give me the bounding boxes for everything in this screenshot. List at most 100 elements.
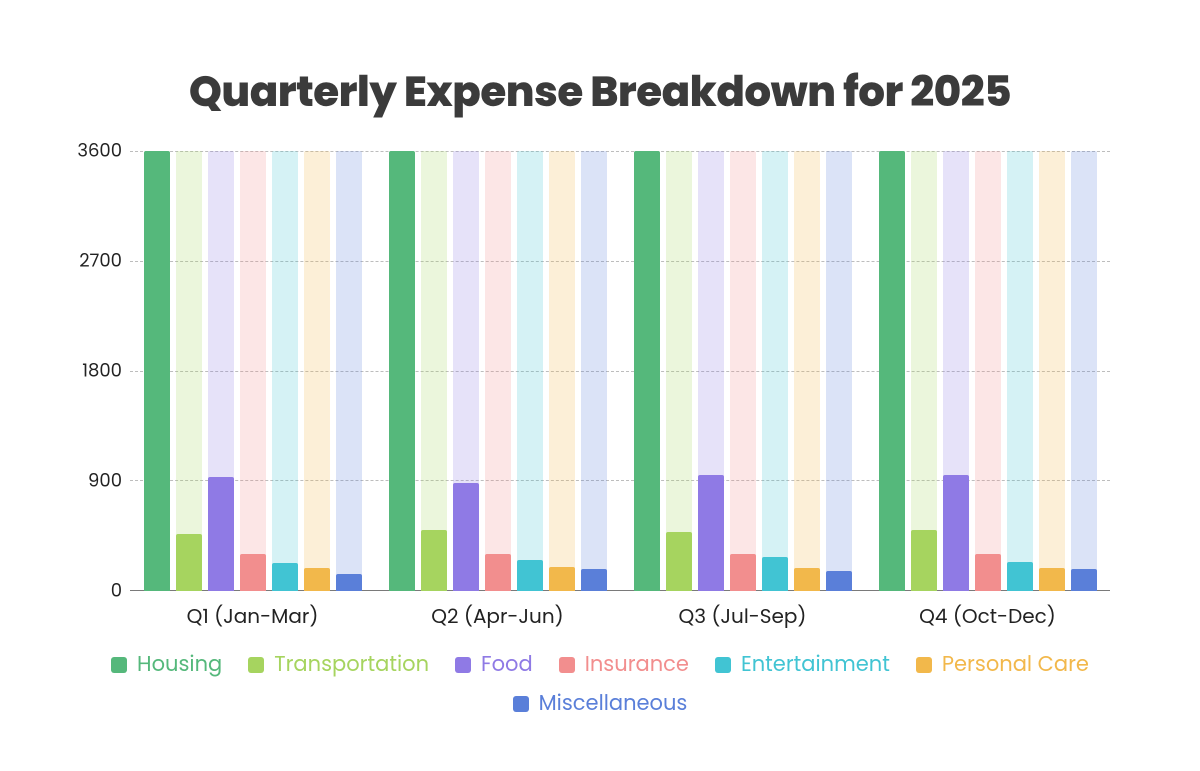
bar bbox=[176, 534, 202, 591]
bar-slot bbox=[1007, 151, 1033, 591]
legend-swatch bbox=[111, 657, 127, 673]
bar-background bbox=[730, 151, 756, 591]
bar-slot bbox=[794, 151, 820, 591]
bar bbox=[272, 563, 298, 591]
bar-background bbox=[549, 151, 575, 591]
bar-background bbox=[826, 151, 852, 591]
bar-slot bbox=[144, 151, 170, 591]
y-tick: 0 bbox=[111, 578, 122, 605]
chart-container: Quarterly Expense Breakdown for 2025 090… bbox=[0, 0, 1200, 771]
legend-item: Food bbox=[455, 649, 533, 680]
bar-background bbox=[975, 151, 1001, 591]
bar-slot bbox=[826, 151, 852, 591]
legend-swatch bbox=[248, 657, 264, 673]
bar-slot bbox=[485, 151, 511, 591]
legend-swatch bbox=[455, 657, 471, 673]
bar bbox=[581, 569, 607, 591]
bar bbox=[911, 530, 937, 591]
chart-title: Quarterly Expense Breakdown for 2025 bbox=[189, 60, 1011, 123]
bar-background bbox=[517, 151, 543, 591]
bar-background bbox=[336, 151, 362, 591]
bar-background bbox=[485, 151, 511, 591]
bar-slot bbox=[453, 151, 479, 591]
bar-background bbox=[911, 151, 937, 591]
bar bbox=[208, 477, 234, 591]
bar-slot bbox=[730, 151, 756, 591]
bar-groups bbox=[130, 151, 1110, 591]
x-tick-label: Q1 (Jan-Mar) bbox=[130, 601, 375, 631]
bar-slot bbox=[304, 151, 330, 591]
bar bbox=[762, 557, 788, 591]
bar-background bbox=[421, 151, 447, 591]
bar bbox=[1039, 568, 1065, 591]
bar-background bbox=[581, 151, 607, 591]
bar-group bbox=[375, 151, 620, 591]
bar bbox=[730, 554, 756, 591]
y-tick: 900 bbox=[88, 468, 122, 495]
legend-label: Food bbox=[481, 649, 533, 680]
x-tick-label: Q2 (Apr-Jun) bbox=[375, 601, 620, 631]
bar-slot bbox=[581, 151, 607, 591]
legend-label: Housing bbox=[137, 649, 222, 680]
bar-slot bbox=[208, 151, 234, 591]
bar-slot bbox=[517, 151, 543, 591]
x-tick-label: Q4 (Oct-Dec) bbox=[865, 601, 1110, 631]
legend-swatch bbox=[916, 657, 932, 673]
bar bbox=[1007, 562, 1033, 591]
bar bbox=[304, 568, 330, 591]
bar bbox=[794, 568, 820, 591]
bar-slot bbox=[272, 151, 298, 591]
x-axis-labels: Q1 (Jan-Mar)Q2 (Apr-Jun)Q3 (Jul-Sep)Q4 (… bbox=[130, 601, 1110, 631]
legend: Housing Transportation Food Insurance Entert… bbox=[110, 649, 1090, 719]
bar bbox=[549, 567, 575, 591]
legend-item: Insurance bbox=[559, 649, 689, 680]
y-tick: 2700 bbox=[79, 248, 122, 275]
bar bbox=[240, 554, 266, 591]
bar-slot bbox=[1039, 151, 1065, 591]
bar-group bbox=[620, 151, 865, 591]
bar bbox=[943, 475, 969, 591]
bar-slot bbox=[943, 151, 969, 591]
bar bbox=[879, 151, 905, 591]
bar-background bbox=[304, 151, 330, 591]
bar-group bbox=[130, 151, 375, 591]
bar-background bbox=[272, 151, 298, 591]
bar bbox=[421, 530, 447, 591]
bar-background bbox=[240, 151, 266, 591]
bar bbox=[666, 532, 692, 591]
legend-item: Transportation bbox=[248, 649, 429, 680]
legend-label: Insurance bbox=[585, 649, 689, 680]
bar bbox=[389, 151, 415, 591]
bar bbox=[453, 483, 479, 591]
bar-background bbox=[762, 151, 788, 591]
bar bbox=[517, 560, 543, 591]
bar-slot bbox=[975, 151, 1001, 591]
legend-item: Housing bbox=[111, 649, 222, 680]
legend-item: Entertainment bbox=[715, 649, 890, 680]
bar-slot bbox=[698, 151, 724, 591]
bar-background bbox=[1007, 151, 1033, 591]
bar-slot bbox=[549, 151, 575, 591]
bar-slot bbox=[336, 151, 362, 591]
bar-slot bbox=[911, 151, 937, 591]
plot-area: 0900180027003600 bbox=[130, 151, 1110, 591]
legend-label: Miscellaneous bbox=[539, 688, 688, 719]
bar bbox=[485, 554, 511, 591]
bar-background bbox=[666, 151, 692, 591]
bar-group bbox=[865, 151, 1110, 591]
y-tick: 1800 bbox=[82, 358, 122, 385]
bar-slot bbox=[762, 151, 788, 591]
legend-swatch bbox=[715, 657, 731, 673]
legend-label: Personal Care bbox=[942, 649, 1089, 680]
bar bbox=[975, 554, 1001, 591]
bar-slot bbox=[879, 151, 905, 591]
bar bbox=[144, 151, 170, 591]
bar-slot bbox=[1071, 151, 1097, 591]
bar-background bbox=[794, 151, 820, 591]
bar-background bbox=[176, 151, 202, 591]
legend-swatch bbox=[513, 696, 529, 712]
legend-item: Miscellaneous bbox=[513, 688, 688, 719]
legend-label: Transportation bbox=[274, 649, 429, 680]
x-tick-label: Q3 (Jul-Sep) bbox=[620, 601, 865, 631]
legend-item: Personal Care bbox=[916, 649, 1089, 680]
